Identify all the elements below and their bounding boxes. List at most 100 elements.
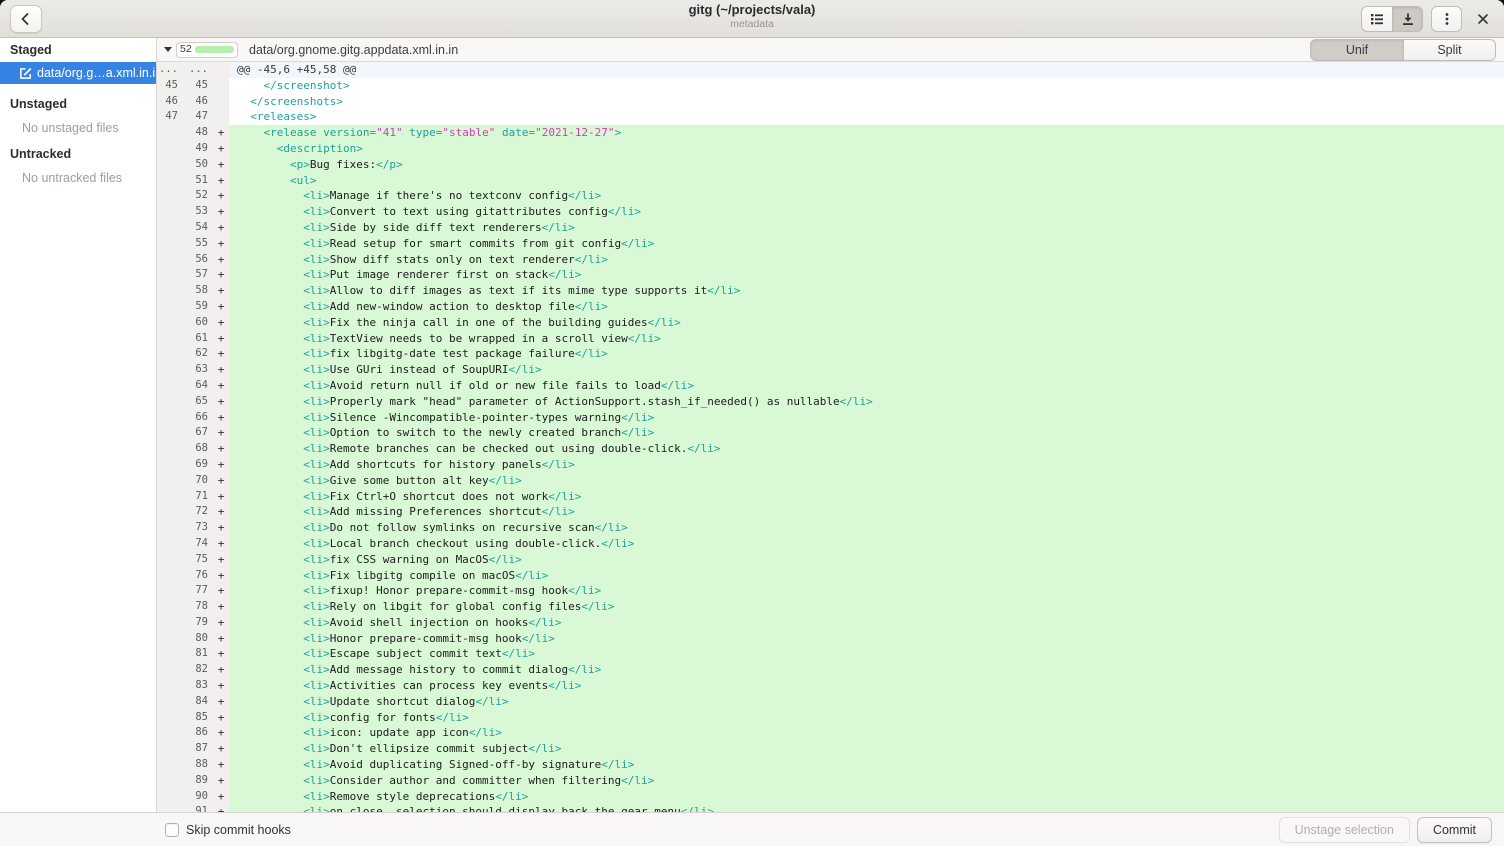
diff-line[interactable]: 57+ <li>Put image renderer first on stac…: [157, 267, 1504, 283]
diff-line[interactable]: 52+ <li>Manage if there's no textconv co…: [157, 188, 1504, 204]
diff-line[interactable]: 49+ <description>: [157, 141, 1504, 157]
diff-line[interactable]: 58+ <li>Allow to diff images as text if …: [157, 283, 1504, 299]
diff-line[interactable]: 67+ <li>Option to switch to the newly cr…: [157, 425, 1504, 441]
diff-line[interactable]: 89+ <li>Consider author and committer wh…: [157, 773, 1504, 789]
new-line-number: 71: [183, 489, 213, 505]
diff-line[interactable]: 80+ <li>Honor prepare-commit-msg hook</l…: [157, 631, 1504, 647]
diff-line[interactable]: 4747 <releases>: [157, 109, 1504, 125]
line-marker: +: [213, 378, 229, 394]
old-line-number: 46: [157, 94, 183, 110]
diff-line[interactable]: 64+ <li>Avoid return null if old or new …: [157, 378, 1504, 394]
close-icon: [1476, 12, 1490, 26]
old-line-number: [157, 789, 183, 805]
diff-line[interactable]: 61+ <li>TextView needs to be wrapped in …: [157, 331, 1504, 347]
diff-content: ......@@ -45,6 +45,58 @@4545 </screensho…: [157, 62, 1504, 812]
new-line-number: 87: [183, 741, 213, 757]
menu-button[interactable]: [1431, 6, 1462, 32]
diff-line[interactable]: 74+ <li>Local branch checkout using doub…: [157, 536, 1504, 552]
old-line-number: [157, 394, 183, 410]
diff-line[interactable]: 85+ <li>config for fonts</li>: [157, 710, 1504, 726]
staged-file-item[interactable]: data/org.g…a.xml.in.in: [0, 62, 156, 84]
diff-line[interactable]: 76+ <li>Fix libgitg compile on macOS</li…: [157, 568, 1504, 584]
diff-line[interactable]: 84+ <li>Update shortcut dialog</li>: [157, 694, 1504, 710]
line-marker: +: [213, 568, 229, 584]
diff-line[interactable]: 72+ <li>Add missing Preferences shortcut…: [157, 504, 1504, 520]
window-title-box: gitg (~/projects/vala) metadata: [689, 3, 816, 30]
hunk-expander[interactable]: 52: [164, 42, 238, 58]
diff-line[interactable]: 69+ <li>Add shortcuts for history panels…: [157, 457, 1504, 473]
diff-line[interactable]: 79+ <li>Avoid shell injection on hooks</…: [157, 615, 1504, 631]
new-line-number: 46: [183, 94, 213, 110]
commit-view-button[interactable]: [1392, 6, 1423, 32]
skip-commit-hooks-toggle[interactable]: Skip commit hooks: [165, 823, 291, 837]
diff-line[interactable]: 90+ <li>Remove style deprecations</li>: [157, 789, 1504, 805]
line-marker: +: [213, 741, 229, 757]
diff-line[interactable]: 62+ <li>fix libgitg-date test package fa…: [157, 346, 1504, 362]
line-marker: +: [213, 457, 229, 473]
line-marker: +: [213, 125, 229, 141]
old-line-number: [157, 141, 183, 157]
diff-line[interactable]: 53+ <li>Convert to text using gitattribu…: [157, 204, 1504, 220]
line-marker: +: [213, 425, 229, 441]
diff-line[interactable]: 63+ <li>Use GUri instead of SoupURI</li>: [157, 362, 1504, 378]
diff-line[interactable]: 4646 </screenshots>: [157, 94, 1504, 110]
diff-line[interactable]: 88+ <li>Avoid duplicating Signed-off-by …: [157, 757, 1504, 773]
diff-line[interactable]: 48+ <release version="41" type="stable" …: [157, 125, 1504, 141]
diff-line[interactable]: 70+ <li>Give some button alt key</li>: [157, 473, 1504, 489]
unstage-selection-button[interactable]: Unstage selection: [1279, 817, 1410, 843]
close-button[interactable]: [1470, 6, 1496, 32]
line-marker: +: [213, 789, 229, 805]
split-view-button[interactable]: Split: [1403, 39, 1496, 61]
headerbar-actions: [1361, 0, 1496, 38]
diff-line[interactable]: 78+ <li>Rely on libgit for global config…: [157, 599, 1504, 615]
diff-line[interactable]: 54+ <li>Side by side diff text renderers…: [157, 220, 1504, 236]
diff-line[interactable]: 77+ <li>fixup! Honor prepare-commit-msg …: [157, 583, 1504, 599]
diff-line[interactable]: ......@@ -45,6 +45,58 @@: [157, 62, 1504, 78]
diff-line[interactable]: 75+ <li>fix CSS warning on MacOS</li>: [157, 552, 1504, 568]
checkbox-unchecked-icon[interactable]: [165, 823, 179, 837]
diff-line[interactable]: 65+ <li>Properly mark "head" parameter o…: [157, 394, 1504, 410]
history-view-button[interactable]: [1361, 6, 1392, 32]
old-line-number: [157, 646, 183, 662]
line-content: <li>Rely on libgit for global config fil…: [229, 599, 1504, 615]
diff-line[interactable]: 87+ <li>Don't ellipsize commit subject</…: [157, 741, 1504, 757]
line-content: <li>Honor prepare-commit-msg hook</li>: [229, 631, 1504, 647]
diff-line[interactable]: 55+ <li>Read setup for smart commits fro…: [157, 236, 1504, 252]
diff-line[interactable]: 56+ <li>Show diff stats only on text ren…: [157, 252, 1504, 268]
new-line-number: 47: [183, 109, 213, 125]
new-line-number: 70: [183, 473, 213, 489]
diff-line[interactable]: 73+ <li>Do not follow symlinks on recurs…: [157, 520, 1504, 536]
commit-button[interactable]: Commit: [1417, 817, 1492, 843]
diff-line[interactable]: 50+ <p>Bug fixes:</p>: [157, 157, 1504, 173]
line-content: <li>Convert to text using gitattributes …: [229, 204, 1504, 220]
new-line-number: 84: [183, 694, 213, 710]
new-line-number: 80: [183, 631, 213, 647]
diff-line[interactable]: 71+ <li>Fix Ctrl+O shortcut does not wor…: [157, 489, 1504, 505]
line-content: <li>Do not follow symlinks on recursive …: [229, 520, 1504, 536]
back-button[interactable]: [10, 5, 42, 33]
diff-line[interactable]: 59+ <li>Add new-window action to desktop…: [157, 299, 1504, 315]
diff-line[interactable]: 66+ <li>Silence -Wincompatible-pointer-t…: [157, 410, 1504, 426]
diff-line[interactable]: 68+ <li>Remote branches can be checked o…: [157, 441, 1504, 457]
line-content: <li>Show diff stats only on text rendere…: [229, 252, 1504, 268]
diff-line[interactable]: 91+ <li>on close, selection should displ…: [157, 804, 1504, 812]
new-line-number: 48: [183, 125, 213, 141]
unstaged-section-label: Unstaged: [0, 92, 156, 116]
diff-line[interactable]: 60+ <li>Fix the ninja call in one of the…: [157, 315, 1504, 331]
kebab-menu-icon: [1439, 11, 1455, 27]
unified-view-button[interactable]: Unif: [1310, 39, 1403, 61]
new-line-number: 50: [183, 157, 213, 173]
line-content: <li>Silence -Wincompatible-pointer-types…: [229, 410, 1504, 426]
diff-line[interactable]: 86+ <li>icon: update app icon</li>: [157, 725, 1504, 741]
diff-line[interactable]: 82+ <li>Add message history to commit di…: [157, 662, 1504, 678]
diff-line[interactable]: 51+ <ul>: [157, 173, 1504, 189]
headerbar: gitg (~/projects/vala) metadata: [0, 0, 1504, 38]
new-line-number: 60: [183, 315, 213, 331]
diff-line[interactable]: 81+ <li>Escape subject commit text</li>: [157, 646, 1504, 662]
diff-line[interactable]: 83+ <li>Activities can process key event…: [157, 678, 1504, 694]
footer-buttons: Unstage selection Commit: [1279, 817, 1492, 843]
line-marker: +: [213, 441, 229, 457]
line-marker: +: [213, 236, 229, 252]
line-content: <li>fixup! Honor prepare-commit-msg hook…: [229, 583, 1504, 599]
diff-line[interactable]: 4545 </screenshot>: [157, 78, 1504, 94]
